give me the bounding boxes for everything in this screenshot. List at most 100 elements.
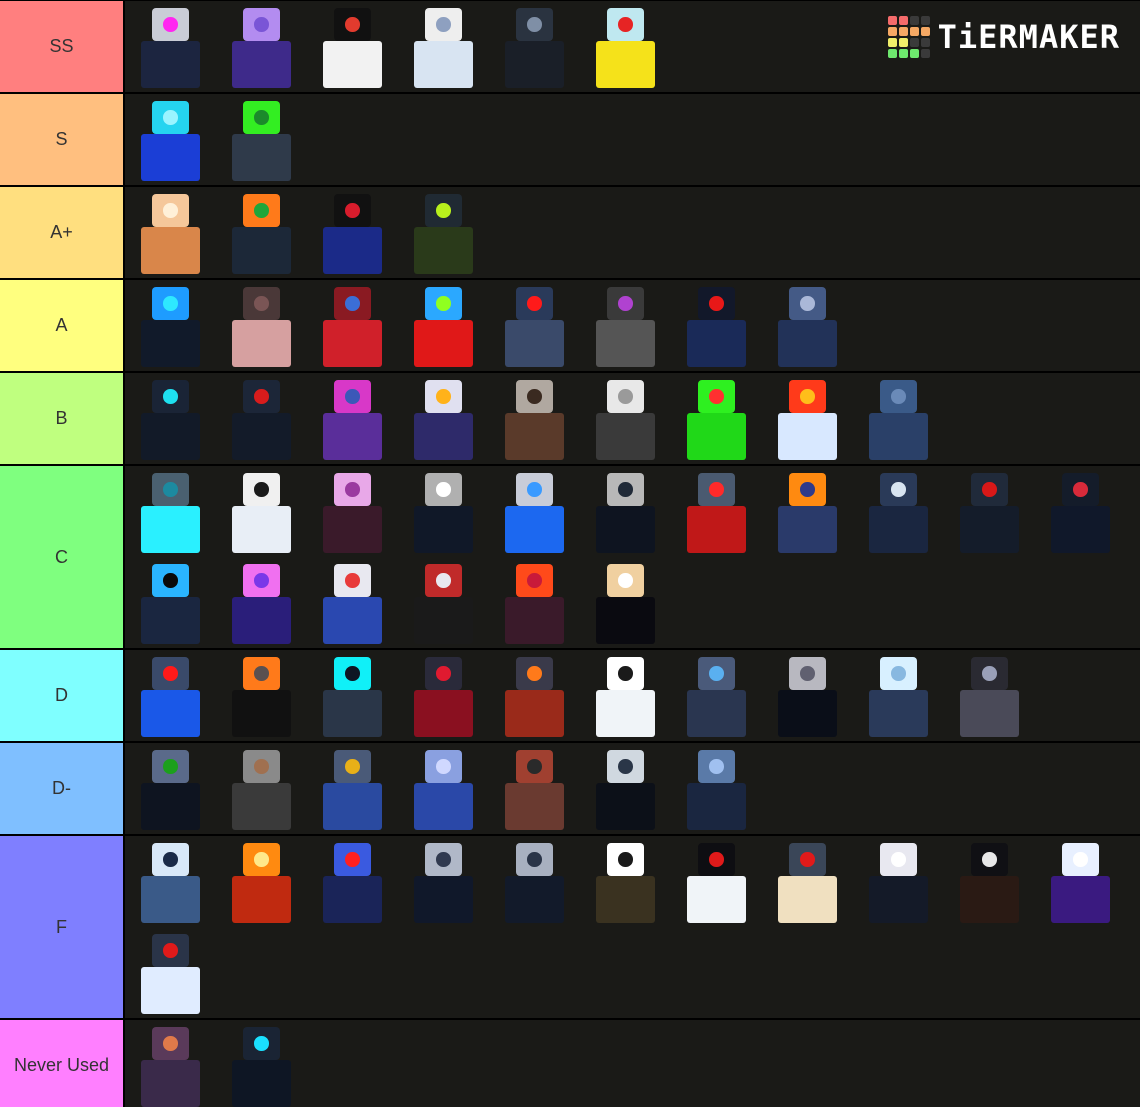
character-red-tie-speaker[interactable] — [216, 373, 307, 464]
character-candy-cane-titan[interactable] — [307, 836, 398, 927]
character-blue-red-speaker[interactable] — [125, 650, 216, 741]
character-figure-icon — [125, 836, 216, 927]
figure-body — [778, 506, 837, 554]
figure-body — [141, 597, 200, 645]
tier-label[interactable]: SS — [0, 1, 125, 92]
character-pizza-chef-tv[interactable] — [307, 1, 398, 92]
character-red-dot-speaker[interactable] — [489, 280, 580, 371]
character-blue-camera-tank[interactable] — [762, 280, 853, 371]
character-jack-o-lantern-cape[interactable] — [216, 836, 307, 927]
tier-label[interactable]: C — [0, 466, 125, 648]
logo-grid-cell — [898, 49, 908, 58]
character-speaker-tower[interactable] — [398, 557, 489, 648]
character-red-suit-speaker[interactable] — [489, 650, 580, 741]
character-red-horn-tv[interactable] — [1035, 466, 1126, 557]
character-blue-static-tv[interactable] — [489, 466, 580, 557]
character-dark-purple-tv[interactable] — [307, 466, 398, 557]
character-speaker-cabinet[interactable] — [944, 650, 1035, 741]
tier-label[interactable]: S — [0, 94, 125, 185]
character-wheeled-camera[interactable] — [125, 836, 216, 927]
character-green-screen-titan[interactable] — [216, 94, 307, 185]
character-figure-icon — [398, 373, 489, 464]
character-fire-screen-titan[interactable] — [216, 187, 307, 278]
character-red-tie-camera[interactable] — [125, 927, 216, 1018]
character-static-suit-tv[interactable] — [398, 836, 489, 927]
character-tripod-camera[interactable] — [671, 650, 762, 741]
tier-label[interactable]: D- — [0, 743, 125, 834]
character-pumpkin-head[interactable] — [216, 650, 307, 741]
character-cyan-lens-tv[interactable] — [307, 650, 398, 741]
character-throne-speaker[interactable] — [307, 743, 398, 834]
character-cyan-eye-titan[interactable] — [125, 373, 216, 464]
character-twin-blue-core[interactable] — [125, 280, 216, 371]
tier-label[interactable]: F — [0, 836, 125, 1018]
character-purple-coat-titan[interactable] — [307, 373, 398, 464]
character-pink-dj-speaker[interactable] — [216, 557, 307, 648]
character-wood-speaker[interactable] — [944, 836, 1035, 927]
figure-accent — [163, 666, 178, 681]
tier-label[interactable]: A+ — [0, 187, 125, 278]
character-rifle-cameraman[interactable] — [489, 373, 580, 464]
character-rocket-camera[interactable] — [216, 280, 307, 371]
figure-body — [323, 876, 382, 924]
character-camera-rig[interactable] — [853, 373, 944, 464]
character-black-suit-camera[interactable] — [853, 836, 944, 927]
character-hover-tv[interactable] — [853, 650, 944, 741]
tier-label[interactable]: B — [0, 373, 125, 464]
character-green-drill-tv[interactable] — [671, 373, 762, 464]
character-golden-clock-titan[interactable] — [125, 187, 216, 278]
character-red-horn-speaker[interactable] — [398, 650, 489, 741]
character-blue-lamp-camera[interactable] — [671, 743, 762, 834]
character-static-monitor[interactable] — [762, 650, 853, 741]
tier-label[interactable]: Never Used — [0, 1020, 125, 1107]
character-tv-static-guitar[interactable] — [125, 1, 216, 92]
tier-label[interactable]: A — [0, 280, 125, 371]
character-target-agent[interactable] — [580, 743, 671, 834]
figure-accent — [527, 482, 542, 497]
figure-accent — [982, 852, 997, 867]
character-fire-speaker-man[interactable] — [762, 373, 853, 464]
character-red-eye-speaker[interactable] — [489, 557, 580, 648]
logo-grid-cell — [920, 49, 930, 58]
character-white-tv-titan[interactable] — [580, 373, 671, 464]
character-purple-coat-camera[interactable] — [1035, 836, 1126, 927]
character-lab-coat-camera[interactable] — [216, 466, 307, 557]
character-static-navy-tv[interactable] — [489, 836, 580, 927]
character-sheriff-camera[interactable] — [398, 373, 489, 464]
figure-accent — [527, 17, 542, 32]
character-agent-noob[interactable] — [580, 557, 671, 648]
character-bowling-cameraman[interactable] — [307, 557, 398, 648]
character-red-antenna-titan[interactable] — [671, 280, 762, 371]
character-red-stripe-speaker[interactable] — [944, 466, 1035, 557]
character-sniper-tv[interactable] — [125, 557, 216, 648]
character-green-blade-camera[interactable] — [398, 187, 489, 278]
character-twin-monitor-tv[interactable] — [489, 1, 580, 92]
character-spiked-mech-tv[interactable] — [125, 1020, 216, 1107]
character-scientist-camera[interactable] — [398, 1, 489, 92]
character-cyan-dj-speaker[interactable] — [125, 466, 216, 557]
character-speaker-tie-man[interactable] — [671, 836, 762, 927]
character-black-static-tv[interactable] — [580, 466, 671, 557]
character-cyan-scythe-tv[interactable] — [125, 94, 216, 185]
character-purple-speaker-dj[interactable] — [216, 1, 307, 92]
character-navy-camera-tank[interactable] — [853, 466, 944, 557]
character-spiky-blue-speaker[interactable] — [398, 743, 489, 834]
character-red-blue-speaker[interactable] — [307, 187, 398, 278]
character-bird-cop-suit[interactable] — [762, 466, 853, 557]
character-dot-grid-tv[interactable] — [398, 466, 489, 557]
character-cowboy-tv[interactable] — [489, 743, 580, 834]
character-color-cube-titan[interactable] — [398, 280, 489, 371]
character-crosshair-camera[interactable] — [762, 836, 853, 927]
character-boombox-mech[interactable] — [580, 280, 671, 371]
character-white-scientist-cam[interactable] — [580, 650, 671, 741]
character-spear-camera-mech[interactable] — [216, 743, 307, 834]
character-yellow-cape-tv[interactable] — [580, 1, 671, 92]
figure-body — [141, 506, 200, 554]
character-cannon-speaker[interactable] — [216, 1020, 307, 1107]
tier-label[interactable]: D — [0, 650, 125, 741]
character-red-speaker-titan[interactable] — [671, 466, 762, 557]
character-bamboo-camera-agent[interactable] — [125, 743, 216, 834]
character-gold-suit-camera[interactable] — [580, 836, 671, 927]
character-red-mech-speaker[interactable] — [307, 280, 398, 371]
character-figure-icon — [125, 557, 216, 648]
